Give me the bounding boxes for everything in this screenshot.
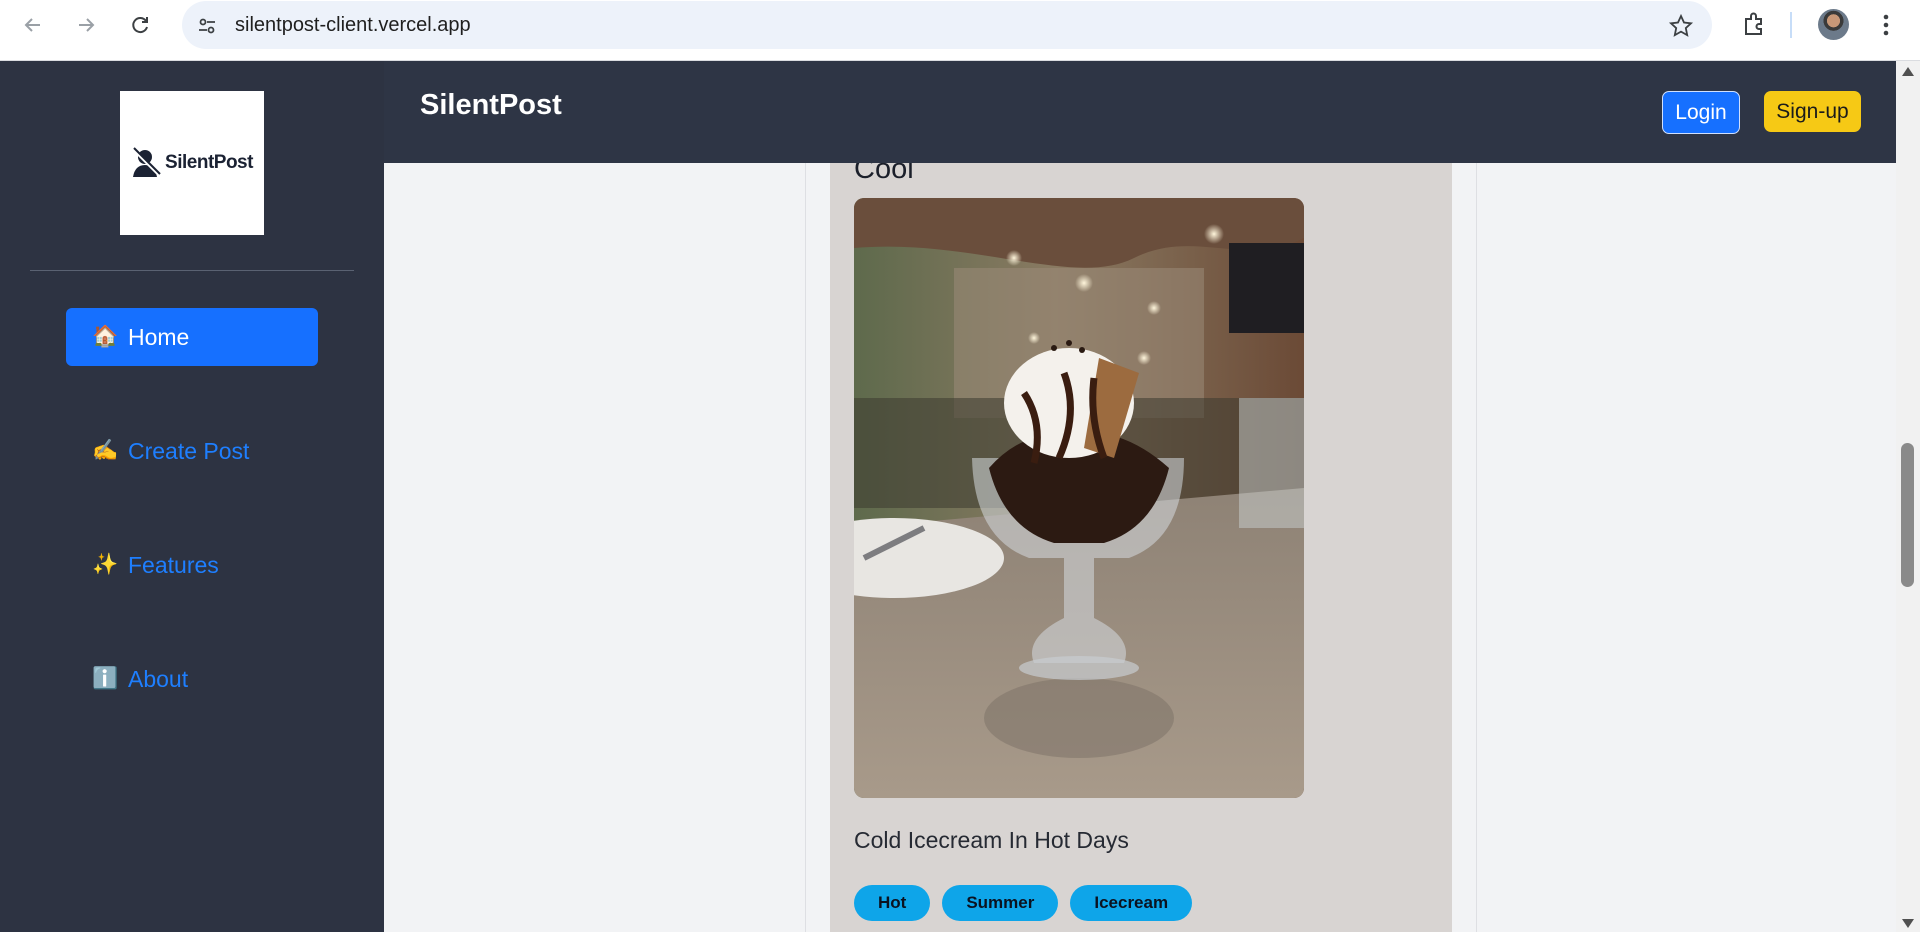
browser-toolbar: silentpost-client.vercel.app — [0, 0, 1920, 61]
browser-menu-icon[interactable] — [1876, 12, 1896, 38]
sidebar: SilentPost 🏠 Home ✍️ Create Post ✨ Featu… — [0, 61, 384, 932]
app-header: SilentPost Login Sign-up — [384, 61, 1896, 163]
site-settings-icon[interactable] — [196, 15, 218, 37]
post-image — [854, 198, 1304, 798]
login-button[interactable]: Login — [1662, 91, 1740, 134]
profile-avatar[interactable] — [1818, 9, 1849, 40]
sidebar-item-label: About — [128, 665, 189, 692]
logo-text: SilentPost — [165, 152, 253, 173]
silentpost-logo[interactable]: SilentPost — [120, 91, 264, 235]
info-icon: ℹ️ — [92, 667, 119, 690]
brand-title[interactable]: SilentPost — [420, 89, 562, 122]
sparkles-icon: ✨ — [92, 553, 119, 576]
forward-icon[interactable] — [70, 9, 102, 41]
reload-icon[interactable] — [124, 9, 156, 41]
scrollbar-thumb[interactable] — [1901, 443, 1914, 587]
page-scrollbar[interactable] — [1896, 61, 1920, 932]
bookmark-star-icon[interactable] — [1668, 13, 1694, 39]
signup-button[interactable]: Sign-up — [1764, 91, 1861, 132]
extensions-puzzle-icon[interactable] — [1740, 11, 1768, 39]
toolbar-divider — [1790, 12, 1792, 38]
url-text[interactable]: silentpost-client.vercel.app — [235, 1, 471, 49]
sidebar-item-home[interactable]: 🏠 Home — [66, 308, 318, 366]
post-description: Cold Icecream In Hot Days — [854, 827, 1129, 853]
scroll-down-arrow-icon[interactable] — [1902, 919, 1914, 928]
sidebar-item-features[interactable]: ✨ Features — [66, 536, 318, 594]
home-icon: 🏠 — [92, 325, 119, 348]
logo-mark-icon — [131, 147, 161, 177]
sidebar-item-about[interactable]: ℹ️ About — [66, 650, 318, 708]
sidebar-divider — [30, 270, 354, 271]
sidebar-item-label: Features — [128, 551, 219, 578]
tag-hot[interactable]: Hot — [854, 885, 931, 921]
tag-summer[interactable]: Summer — [942, 885, 1059, 921]
post-tags: Hot Summer Icecream — [854, 885, 1193, 921]
writing-hand-icon: ✍️ — [92, 439, 119, 462]
sidebar-item-label: Create Post — [128, 437, 250, 464]
address-bar[interactable]: silentpost-client.vercel.app — [182, 1, 1712, 49]
sidebar-item-create-post[interactable]: ✍️ Create Post — [66, 422, 318, 480]
tag-icecream[interactable]: Icecream — [1070, 885, 1193, 921]
post-card: Cool Cold Icecream In Hot Days Hot Summe… — [830, 125, 1452, 932]
back-icon[interactable] — [17, 9, 49, 41]
scroll-up-arrow-icon[interactable] — [1902, 67, 1914, 76]
sidebar-item-label: Home — [128, 323, 190, 350]
